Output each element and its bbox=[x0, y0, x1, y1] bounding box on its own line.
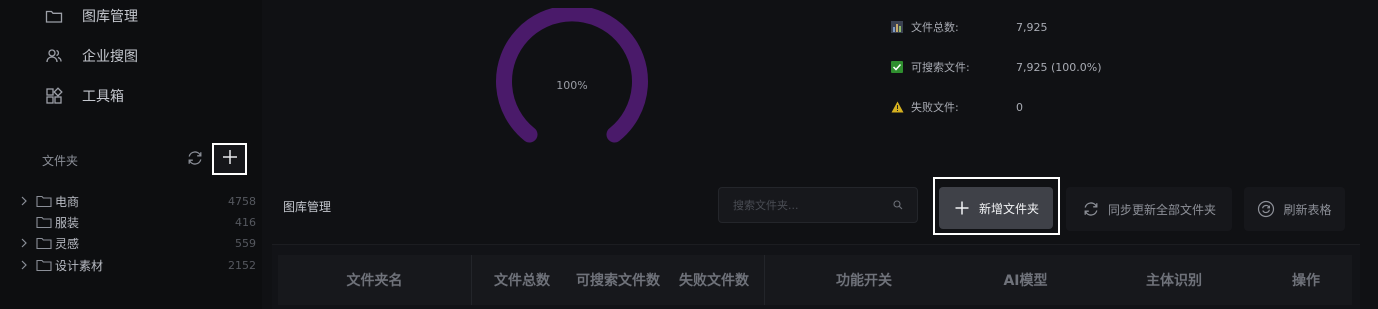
refresh-circle-icon bbox=[1257, 200, 1275, 218]
column-header-actions[interactable]: 操作 bbox=[1260, 255, 1352, 305]
tree-item[interactable]: 电商 4758 bbox=[18, 192, 256, 210]
nav-item-enterprise-search[interactable]: 企业搜图 bbox=[44, 45, 138, 67]
column-header-folder-name[interactable]: 文件夹名 bbox=[278, 255, 471, 305]
tree-item-count: 416 bbox=[235, 215, 256, 229]
search-input[interactable] bbox=[733, 198, 893, 212]
column-header-subject-detection[interactable]: 主体识别 bbox=[1088, 255, 1260, 305]
column-header-total-files[interactable]: 文件总数 bbox=[472, 255, 572, 305]
refresh-table-label: 刷新表格 bbox=[1283, 202, 1332, 217]
sync-all-label: 同步更新全部文件夹 bbox=[1107, 202, 1216, 217]
refresh-icon bbox=[186, 149, 204, 171]
column-header-searchable-files[interactable]: 可搜索文件数 bbox=[572, 255, 664, 305]
chevron-right-icon[interactable] bbox=[18, 195, 30, 207]
users-icon bbox=[44, 46, 64, 66]
stat-value: 7,925 bbox=[1016, 20, 1048, 34]
tree-item-label: 灵感 bbox=[55, 236, 80, 251]
column-header-failed-files[interactable]: 失败文件数 bbox=[664, 255, 764, 305]
refresh-folders-button[interactable] bbox=[184, 149, 206, 171]
stat-label: 可搜索文件: bbox=[911, 61, 970, 74]
tree-item-label: 设计素材 bbox=[55, 258, 104, 273]
folder-icon bbox=[36, 236, 52, 250]
chevron-right-icon[interactable] bbox=[18, 237, 30, 249]
nav-item-gallery[interactable]: 图库管理 bbox=[44, 5, 138, 27]
folders-table: 文件夹名 文件总数 可搜索文件数 失败文件数 功能开关 AI模型 主体识别 操作 bbox=[272, 244, 1360, 309]
refresh-table-button[interactable]: 刷新表格 bbox=[1244, 187, 1345, 231]
bar-chart-icon bbox=[890, 20, 904, 34]
folder-icon bbox=[44, 6, 64, 26]
table-header: 文件夹名 文件总数 可搜索文件数 失败文件数 功能开关 AI模型 主体识别 操作 bbox=[278, 255, 1352, 305]
page-title: 图库管理 bbox=[283, 200, 332, 214]
column-header-ai-model[interactable]: AI模型 bbox=[963, 255, 1088, 305]
folder-icon bbox=[36, 215, 52, 229]
progress-gauge bbox=[496, 8, 648, 143]
stat-failed-files: 失败文件: 0 bbox=[890, 98, 1023, 116]
tree-item-count: 559 bbox=[235, 236, 256, 250]
chevron-right-icon[interactable] bbox=[18, 259, 30, 271]
add-folder-label: 新增文件夹 bbox=[978, 201, 1039, 216]
tree-item[interactable]: 服装 416 bbox=[18, 213, 256, 231]
folder-search-box[interactable] bbox=[718, 187, 918, 223]
nav-label: 图库管理 bbox=[82, 9, 138, 25]
nav-item-toolbox[interactable]: 工具箱 bbox=[44, 85, 124, 107]
plus-icon bbox=[953, 199, 971, 217]
tree-item-label: 电商 bbox=[55, 194, 80, 209]
nav-label: 工具箱 bbox=[82, 89, 124, 105]
gauge-percent-label: 100% bbox=[556, 79, 588, 92]
check-icon bbox=[890, 60, 904, 74]
toolbox-icon bbox=[44, 86, 64, 106]
tree-item[interactable]: 设计素材 2152 bbox=[18, 256, 256, 274]
tree-item-count: 4758 bbox=[228, 194, 256, 208]
stat-label: 失败文件: bbox=[911, 101, 959, 114]
folders-heading: 文件夹 bbox=[42, 154, 79, 168]
search-icon[interactable] bbox=[893, 200, 903, 210]
warning-icon bbox=[890, 100, 904, 114]
folder-icon bbox=[36, 194, 52, 208]
stat-value: 7,925 (100.0%) bbox=[1016, 60, 1102, 74]
plus-icon bbox=[222, 149, 238, 169]
stat-searchable-files: 可搜索文件: 7,925 (100.0%) bbox=[890, 58, 1102, 76]
stat-label: 文件总数: bbox=[911, 21, 959, 34]
add-folder-small-button[interactable] bbox=[212, 143, 247, 175]
column-header-feature-toggles[interactable]: 功能开关 bbox=[765, 255, 963, 305]
tree-item[interactable]: 灵感 559 bbox=[18, 234, 256, 252]
stat-value: 0 bbox=[1016, 100, 1023, 114]
nav-label: 企业搜图 bbox=[82, 49, 138, 65]
stat-total-files: 文件总数: 7,925 bbox=[890, 18, 1048, 36]
sync-icon bbox=[1082, 200, 1100, 218]
sync-all-folders-button[interactable]: 同步更新全部文件夹 bbox=[1066, 187, 1232, 231]
tree-item-count: 2152 bbox=[228, 258, 256, 272]
add-folder-button[interactable]: 新增文件夹 bbox=[939, 187, 1053, 229]
sidebar: 图库管理 企业搜图 工具箱 文件夹 电商 4758 服装 416 灵感 559 … bbox=[0, 0, 262, 309]
folder-icon bbox=[36, 258, 52, 272]
tree-item-label: 服装 bbox=[55, 215, 80, 230]
